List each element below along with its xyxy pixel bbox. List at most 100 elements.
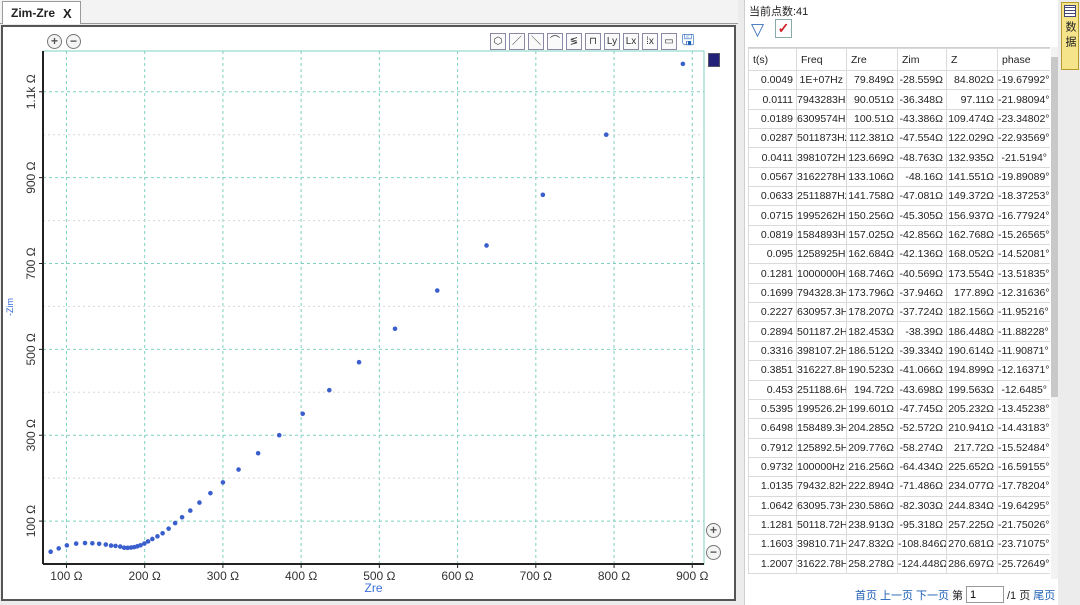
- close-icon[interactable]: X: [63, 6, 72, 21]
- next-page-link[interactable]: 下一页: [916, 587, 949, 603]
- display-tool-icon[interactable]: ▭: [661, 33, 677, 50]
- x-tick-label: 600 Ω: [441, 569, 473, 583]
- table-row[interactable]: 0.0049 1E+07Hz 79.849Ω -28.559Ω 84.802Ω -19.6…: [748, 69, 1050, 91]
- fit-y-tool-icon[interactable]: Ly: [604, 33, 620, 50]
- fit-x-tool-icon[interactable]: Lx: [623, 33, 639, 50]
- last-page-link[interactable]: 尾页: [1033, 587, 1055, 603]
- table-row[interactable]: 0.0567 3162278Hz 133.106Ω -48.16Ω 141.551Ω -1…: [748, 166, 1050, 188]
- table-row[interactable]: 0.1699794328.3Hz173.796Ω-37.946Ω177.89Ω-…: [748, 282, 1050, 304]
- data-point: [484, 243, 489, 248]
- table-cell: 1.0642: [748, 495, 797, 516]
- table-cell: 501187.2Hz: [796, 321, 847, 342]
- table-cell: 209.776Ω: [846, 437, 898, 458]
- table-cell: -47.081Ω: [897, 186, 947, 207]
- table-row[interactable]: 1.200731622.78Hz258.278Ω-124.448Ω286.697…: [748, 553, 1050, 574]
- data-point: [90, 541, 95, 546]
- table-row[interactable]: 0.1281 1000000Hz 168.746Ω -40.569Ω 173.554Ω -…: [748, 263, 1050, 284]
- zoom-out-icon[interactable]: −: [66, 34, 81, 49]
- table-row[interactable]: 0.0819 1584893Hz 157.025Ω -42.856Ω 162.768Ω -…: [748, 224, 1050, 246]
- page-number-input[interactable]: [966, 586, 1004, 603]
- table-cell: 173.796Ω: [846, 282, 898, 304]
- data-point: [208, 490, 213, 496]
- data-point: [73, 541, 79, 546]
- checklist-icon[interactable]: ✓: [775, 19, 792, 38]
- table-cell: 3981072Hz: [796, 147, 847, 168]
- table-row[interactable]: 0.3851316227.8Hz190.523Ω-41.066Ω194.899Ω…: [748, 360, 1050, 381]
- table-row[interactable]: 0.6498158489.3Hz204.285Ω-52.572Ω210.941Ω…: [748, 418, 1050, 439]
- table-row[interactable]: 0.3316398107.2Hz186.512Ω-39.334Ω190.614Ω…: [748, 340, 1050, 362]
- arc-tool-icon[interactable]: ⌒: [547, 33, 563, 50]
- zoom-in-icon[interactable]: +: [47, 34, 62, 49]
- table-cell: 194.72Ω: [846, 379, 898, 400]
- table-row[interactable]: 1.064263095.73Hz230.586Ω-82.303Ω244.834Ω…: [748, 495, 1050, 516]
- table-row[interactable]: 0.2894501187.2Hz182.453Ω-38.39Ω186.448Ω-…: [748, 321, 1050, 342]
- column-header[interactable]: phase: [997, 48, 1050, 71]
- table-scrollbar[interactable]: [1051, 47, 1058, 579]
- table-row[interactable]: 0.9732 100000Hz 216.256Ω -64.434Ω 225.652Ω -1…: [748, 456, 1050, 478]
- table-row[interactable]: 1.160339810.71Hz247.832Ω-108.846Ω270.681…: [748, 534, 1050, 555]
- table-header: t(s) Freq Zre Zim Zphase: [748, 48, 1050, 71]
- table-cell: -36.348Ω: [897, 89, 947, 110]
- table-row[interactable]: 0.5395199526.2Hz199.601Ω-47.745Ω205.232Ω…: [748, 398, 1050, 420]
- table-cell: 168.746Ω: [846, 263, 898, 284]
- table-row[interactable]: 0.2227630957.3Hz178.207Ω-37.724Ω182.156Ω…: [748, 302, 1050, 323]
- table-cell: -19.89089°: [997, 166, 1050, 188]
- table-row[interactable]: 0.0111 7943283Hz 90.051Ω -36.348Ω 97.11Ω -21.…: [748, 89, 1050, 110]
- data-point: [166, 526, 171, 531]
- table-cell: 1584893Hz: [796, 224, 847, 246]
- table-icon: [1064, 5, 1076, 17]
- table-cell: -25.72649°: [997, 553, 1050, 574]
- y-tick-label: 1.1k Ω: [24, 74, 38, 109]
- filter-icon[interactable]: ▽: [751, 20, 764, 40]
- scrollbar-thumb[interactable]: [1051, 57, 1058, 397]
- prev-page-link[interactable]: 上一页: [880, 587, 913, 603]
- zoom-in-y-icon[interactable]: +: [706, 523, 721, 538]
- table-cell: 182.453Ω: [846, 321, 898, 342]
- table-cell: -47.554Ω: [897, 128, 947, 149]
- table-row[interactable]: 0.453251188.6Hz194.72Ω-43.698Ω199.563Ω-1…: [748, 379, 1050, 400]
- table-row[interactable]: 0.0715 1995262Hz 150.256Ω -45.305Ω 156.937Ω -…: [748, 205, 1050, 226]
- table-cell: 0.7912: [748, 437, 797, 458]
- table-row[interactable]: 0.0633 2511887Hz 141.758Ω -47.081Ω 149.372Ω -…: [748, 186, 1050, 207]
- table-cell: -40.569Ω: [897, 263, 947, 284]
- table-row[interactable]: 1.013579432.82Hz222.894Ω-71.486Ω234.077Ω…: [748, 476, 1050, 497]
- table-row[interactable]: 0.7912125892.5Hz209.776Ω-58.274Ω217.72Ω-…: [748, 437, 1050, 458]
- table-cell: 122.029Ω: [946, 128, 998, 149]
- tab-zim-zre[interactable]: Zim-Zre X: [2, 1, 81, 24]
- table-row[interactable]: 0.0287 5011873Hz 112.381Ω -47.554Ω 122.029Ω -…: [748, 128, 1050, 149]
- table-cell: 204.285Ω: [846, 418, 898, 439]
- data-side-tab[interactable]: 数据: [1061, 2, 1079, 70]
- table-row[interactable]: 0.095 1258925Hz 162.684Ω -42.136Ω 168.052Ω -1…: [748, 244, 1050, 265]
- table-cell: -42.856Ω: [897, 224, 947, 246]
- save-icon[interactable]: 🖫: [680, 33, 696, 50]
- column-header[interactable]: Zim: [897, 48, 947, 71]
- column-header[interactable]: t(s): [748, 48, 797, 71]
- table-cell: -22.93569°: [997, 128, 1050, 149]
- table-cell: 0.0049: [748, 69, 797, 91]
- column-header[interactable]: Z: [946, 48, 998, 71]
- table-cell: 0.2227: [748, 302, 797, 323]
- hexagon-tool-icon[interactable]: ⬡: [490, 33, 506, 50]
- table-cell: 158489.3Hz: [796, 418, 847, 439]
- column-header[interactable]: Freq: [796, 48, 847, 71]
- table-row[interactable]: 0.0189 6309574Hz 100.51Ω -43.386Ω 109.474Ω -2…: [748, 108, 1050, 130]
- table-row[interactable]: 0.0411 3981072Hz 123.669Ω -48.763Ω 132.935Ω -…: [748, 147, 1050, 168]
- table-cell: 286.697Ω: [946, 553, 998, 574]
- compare-tool-icon[interactable]: ≶: [566, 33, 582, 50]
- table-cell: 79432.82Hz: [796, 476, 847, 497]
- first-page-link[interactable]: 首页: [855, 587, 877, 603]
- zoom-out-y-icon[interactable]: −: [706, 545, 721, 560]
- x-tick-label: 100 Ω: [50, 569, 82, 583]
- side-marker-icon[interactable]: [708, 53, 720, 67]
- nyquist-plot[interactable]: 100 Ω 200 Ω 300 Ω 400 Ω 500 Ω 600 Ω 700 Ω 800 Ω…: [3, 27, 734, 599]
- y-tick-label: 700 Ω: [24, 247, 38, 279]
- column-header[interactable]: Zre: [846, 48, 898, 71]
- x-tick-label: 700 Ω: [520, 569, 552, 583]
- line-tool-icon[interactable]: ／: [509, 33, 525, 50]
- scale-x-tool-icon[interactable]: ⁞x: [642, 33, 658, 50]
- reverse-line-tool-icon[interactable]: ＼: [528, 33, 544, 50]
- data-point: [276, 432, 282, 438]
- data-table[interactable]: t(s) Freq Zre Zim Zphase 0.0049 1E+07Hz 79.849…: [748, 47, 1050, 579]
- table-row[interactable]: 1.128150118.72Hz238.913Ω-95.318Ω257.225Ω…: [748, 514, 1050, 536]
- peak-tool-icon[interactable]: ⊓: [585, 33, 601, 50]
